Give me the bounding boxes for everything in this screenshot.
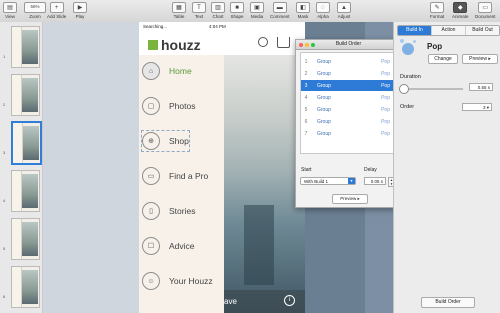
start-select[interactable]: With Build 1 ▾ <box>300 177 356 185</box>
photos-icon: ▢ <box>142 97 160 115</box>
tab-build-in[interactable]: Build In <box>398 26 432 35</box>
format-button[interactable]: ✎ Format <box>430 2 444 19</box>
brush-icon: ✎ <box>430 2 445 13</box>
view-button[interactable]: ▤ View <box>3 2 17 19</box>
order-label: Order <box>400 104 415 110</box>
info-icon[interactable]: i <box>284 295 295 306</box>
shape-button[interactable]: ■ Shape <box>230 2 244 19</box>
animate-inspector: Build In Action Build Out Pop Change Pre… <box>393 22 500 313</box>
close-icon[interactable] <box>299 42 303 47</box>
comment-button[interactable]: ▬ Comment <box>270 2 290 19</box>
alpha-icon: ◌ <box>316 2 330 13</box>
list-item[interactable]: 7 Group Pop <box>301 128 398 139</box>
menu-item-photos[interactable]: ▢ Photos <box>142 96 195 116</box>
menu-item-advice[interactable]: ☐ Advice <box>142 236 195 256</box>
menu-item-shop[interactable]: ⊕ Shop <box>141 130 190 152</box>
slide-thumbnail[interactable] <box>11 74 40 116</box>
zoom-button[interactable]: 56% Zoom <box>24 2 46 19</box>
slide-thumbnail-selected[interactable] <box>11 121 42 165</box>
mask-button[interactable]: ◧ Mask <box>296 2 310 19</box>
alpha-button[interactable]: ◌ Alpha <box>316 2 330 19</box>
shape-icon: ■ <box>230 2 244 13</box>
adjust-button[interactable]: ▲ Adjust <box>337 2 351 19</box>
sidebar-icon: ▤ <box>3 2 17 13</box>
dialog-titlebar: Build Order <box>296 40 401 50</box>
media-icon: ▣ <box>250 2 264 13</box>
preview-button[interactable]: Preview ▸ <box>332 194 368 204</box>
list-item[interactable]: 4 Group Pop <box>301 92 398 103</box>
document-button[interactable]: ▭ Document <box>475 2 496 19</box>
menu-item-find-a-pro[interactable]: ▭ Find a Pro <box>142 166 208 186</box>
menu-item-home[interactable]: ⌂ Home <box>142 61 192 81</box>
change-button[interactable]: Change <box>428 54 458 64</box>
slide-thumbnail[interactable] <box>11 170 40 212</box>
chevron-down-icon: ▾ <box>348 178 355 184</box>
build-order-list: 1 Group Pop 2 Group Pop 3 Group Pop 4 Group Pop … <box>300 52 399 154</box>
list-item[interactable]: 5 Group Pop <box>301 104 398 115</box>
chart-button[interactable]: ▥ Chart <box>211 2 225 19</box>
book-icon: ▯ <box>142 202 160 220</box>
home-icon: ⌂ <box>142 62 160 80</box>
status-bar: Searching... 4:04 PM <box>143 24 226 29</box>
table-icon: ▦ <box>172 2 186 13</box>
start-label: Start <box>301 167 312 173</box>
slide-navigator: 1 2 3 4 5 6 <box>0 22 43 313</box>
table-button[interactable]: ▦ Table <box>172 2 186 19</box>
text-icon: T <box>192 2 206 13</box>
build-order-dialog: Build Order 1 Group Pop 2 Group Pop 3 Group Po… <box>295 39 402 208</box>
tab-build-out[interactable]: Build Out <box>466 26 499 35</box>
chart-icon: ▥ <box>211 2 225 13</box>
list-item[interactable]: 2 Group Pop <box>301 68 398 79</box>
slide-thumbnail[interactable] <box>11 218 40 260</box>
shop-icon: ⊕ <box>142 132 160 150</box>
kitchen-photo <box>224 55 305 313</box>
inspector-tabs: Build In Action Build Out <box>397 25 500 36</box>
duration-label: Duration <box>400 74 421 80</box>
preview-button[interactable]: Preview ▸ <box>462 54 498 64</box>
photo-footer: ave i <box>224 290 305 313</box>
side-menu: ⌂ Home ▢ Photos ⊕ Shop ▭ Find a Pro ▯ Stories… <box>139 55 224 313</box>
duration-slider[interactable] <box>403 88 463 90</box>
search-icon[interactable] <box>258 37 268 47</box>
minimize-icon[interactable] <box>305 42 309 47</box>
slide-thumbnail[interactable] <box>11 266 40 308</box>
app-header: houzz <box>139 31 305 56</box>
toolbar: ▤ View 56% Zoom + Add Slide ▶ Play ▦ Table TT… <box>0 0 500 23</box>
document-icon: ▭ <box>478 2 493 13</box>
media-button[interactable]: ▣ Media <box>250 2 264 19</box>
plus-icon: + <box>49 2 64 13</box>
play-icon: ▶ <box>73 2 87 13</box>
pro-icon: ▭ <box>142 167 160 185</box>
list-item-selected[interactable]: 3 Group Pop <box>301 80 398 91</box>
play-button[interactable]: ▶ Play <box>73 2 87 19</box>
text-button[interactable]: T Text <box>192 2 206 19</box>
menu-item-stories[interactable]: ▯ Stories <box>142 201 195 221</box>
delay-label: Delay <box>364 167 377 173</box>
tab-action[interactable]: Action <box>432 26 466 35</box>
duration-field[interactable]: 0.55 s <box>469 83 493 91</box>
mask-icon: ◧ <box>296 2 310 13</box>
pop-effect-icon <box>400 39 418 57</box>
animate-icon: ◆ <box>453 2 468 13</box>
duration-slider-handle[interactable] <box>399 84 409 94</box>
build-order-button[interactable]: Build Order <box>421 297 475 308</box>
order-select[interactable]: 3 ▾ <box>462 103 492 111</box>
list-item[interactable]: 1 Group Pop <box>301 56 398 67</box>
effect-name: Pop <box>427 42 443 51</box>
houzz-logo: houzz <box>148 37 201 53</box>
chat-icon: ☐ <box>142 237 160 255</box>
cart-icon[interactable] <box>277 37 290 48</box>
list-item[interactable]: 6 Group Pop <box>301 116 398 127</box>
slide-thumbnail[interactable] <box>11 26 40 68</box>
zoom-icon[interactable] <box>311 42 315 47</box>
delay-field[interactable]: 0.05 s <box>364 177 386 185</box>
user-icon: ☺ <box>142 272 160 290</box>
phone-mockup[interactable]: Searching... 4:04 PM houzz ⌂ Home ▢ Photos… <box>139 22 305 313</box>
menu-item-your-houzz[interactable]: ☺ Your Houzz <box>142 271 213 291</box>
adjust-icon: ▲ <box>337 2 351 13</box>
comment-icon: ▬ <box>272 2 287 13</box>
add-slide-button[interactable]: + Add Slide <box>47 2 66 19</box>
animate-button[interactable]: ◆ Animate <box>452 2 469 19</box>
